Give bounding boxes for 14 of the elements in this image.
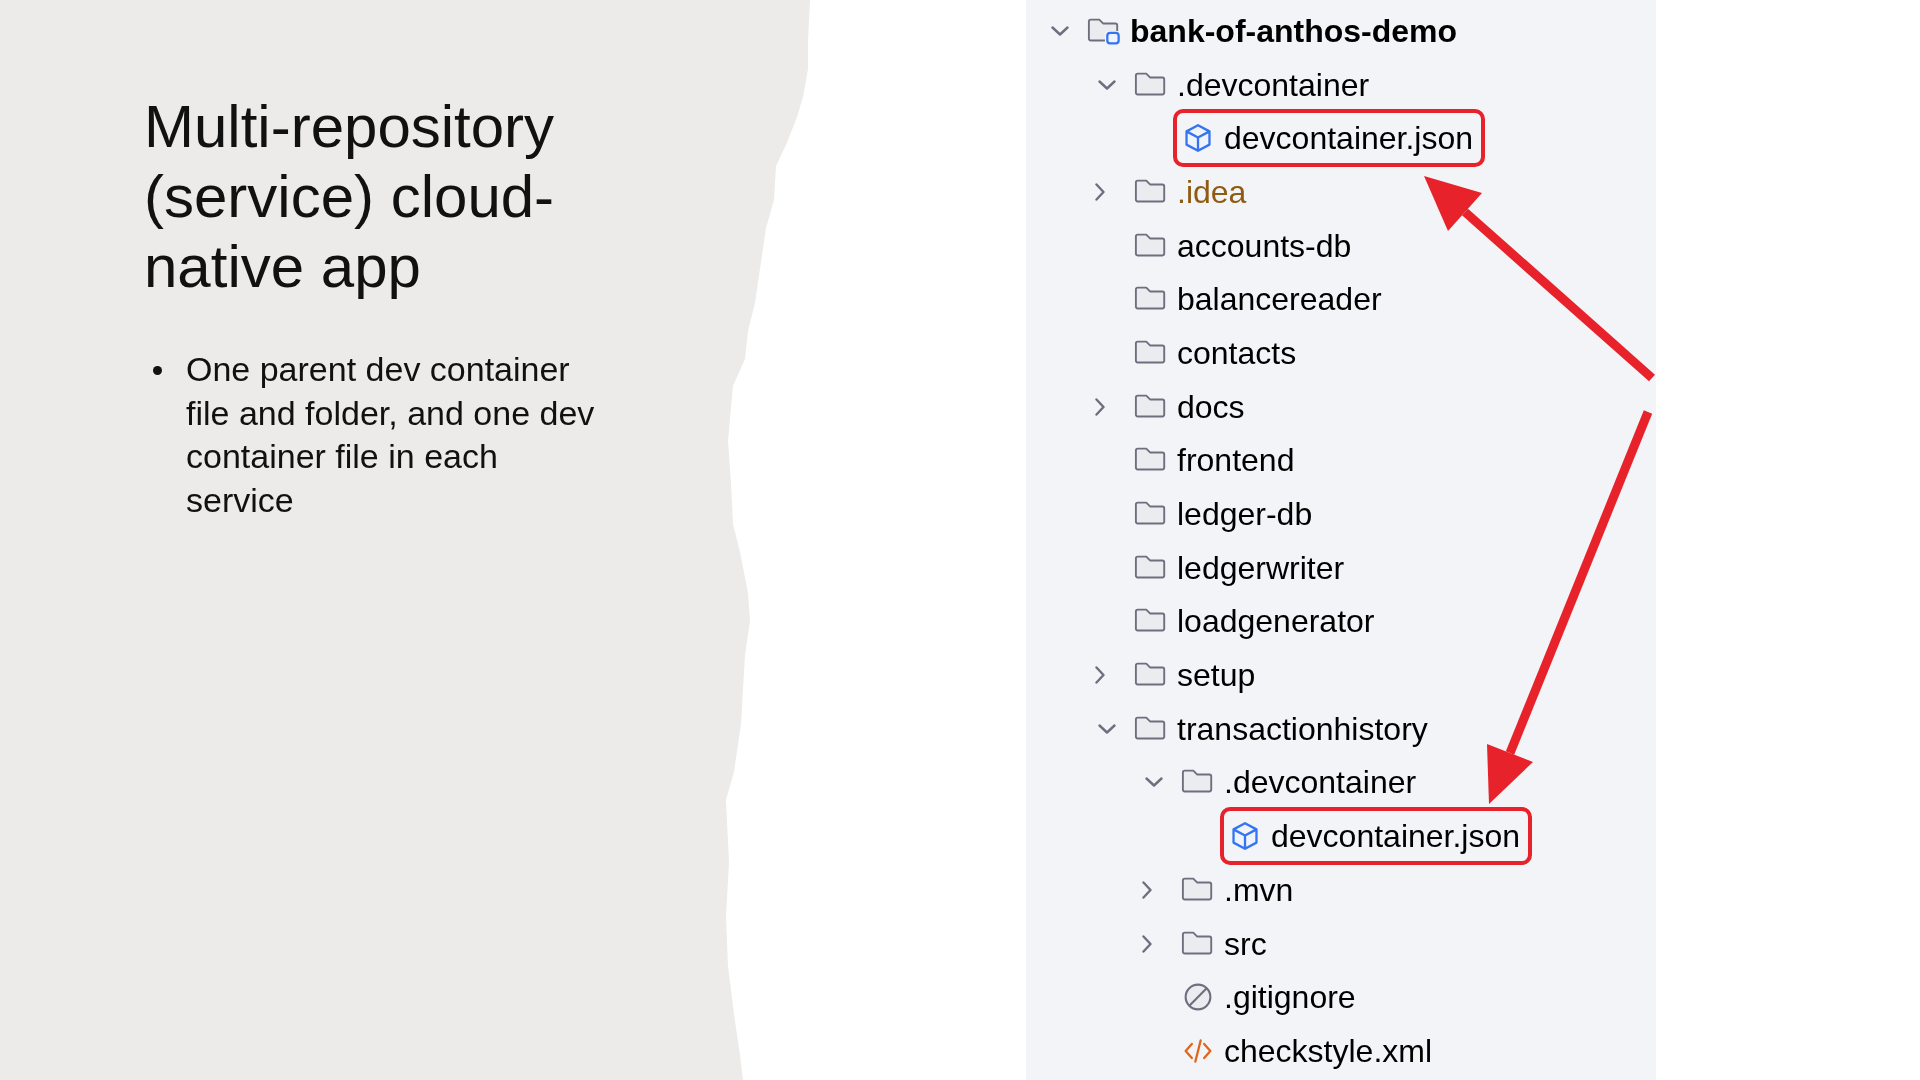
chevron-down-icon[interactable] <box>1098 79 1116 90</box>
bullet-text: One parent dev container file and folder, and one dev container file in each service <box>186 349 596 521</box>
chevron-right-icon[interactable] <box>1142 934 1152 953</box>
chevron-down-icon[interactable] <box>1145 777 1163 788</box>
chevron-right-icon[interactable] <box>1095 397 1105 416</box>
chevron-right-icon[interactable] <box>1095 182 1105 201</box>
chevron-right-icon[interactable] <box>1095 666 1105 685</box>
chevron-down-icon[interactable] <box>1051 25 1069 36</box>
chevron-right-icon[interactable] <box>1142 880 1152 899</box>
slide-title: Multi-repository (service) cloud-native app <box>144 92 556 302</box>
tree-item[interactable]: devcontainer.json <box>1173 109 1486 168</box>
tree-item[interactable]: devcontainer.json <box>1220 807 1533 866</box>
bullet-icon <box>153 366 162 375</box>
chevron-down-icon[interactable] <box>1098 723 1116 734</box>
